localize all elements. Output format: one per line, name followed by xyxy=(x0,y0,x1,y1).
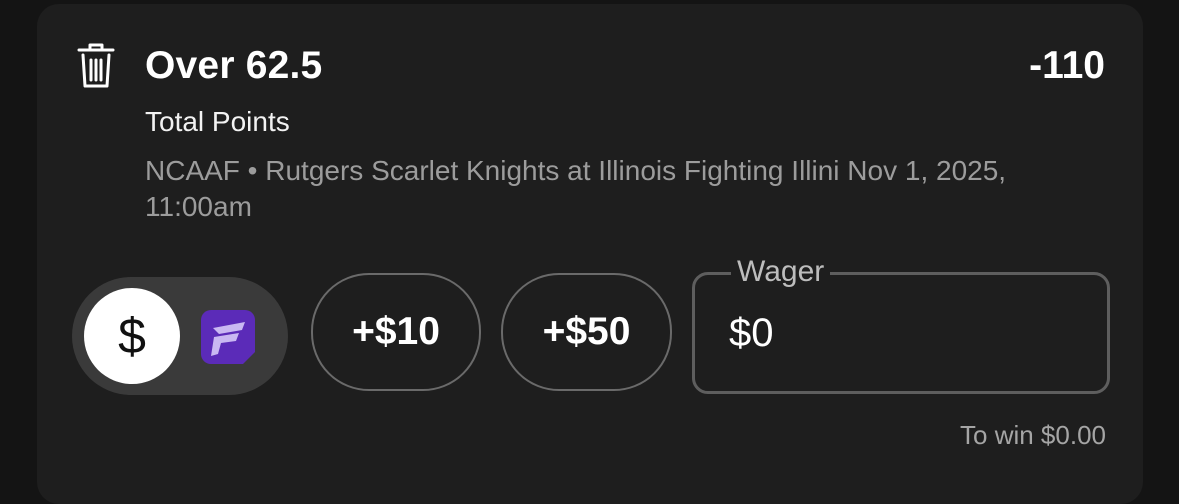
dollar-icon[interactable]: $ xyxy=(84,288,180,384)
wager-input[interactable] xyxy=(729,305,1079,361)
trash-icon[interactable] xyxy=(76,42,116,90)
bet-event-details: NCAAF • Rutgers Scarlet Knights at Illin… xyxy=(145,155,1007,222)
to-win-amount: To win $0.00 xyxy=(960,420,1106,450)
fanatics-logo-icon[interactable] xyxy=(201,310,255,364)
bet-odds: -110 xyxy=(1029,44,1105,87)
bet-market-label: Total Points xyxy=(145,106,290,137)
add-50-button[interactable]: +$50 xyxy=(501,273,672,391)
bet-selection-title: Over 62.5 xyxy=(145,44,323,87)
wallet-toggle[interactable]: $ xyxy=(72,277,288,395)
wager-label: Wager xyxy=(731,255,831,289)
wager-field[interactable]: Wager xyxy=(692,255,1110,394)
add-10-button[interactable]: +$10 xyxy=(311,273,481,391)
